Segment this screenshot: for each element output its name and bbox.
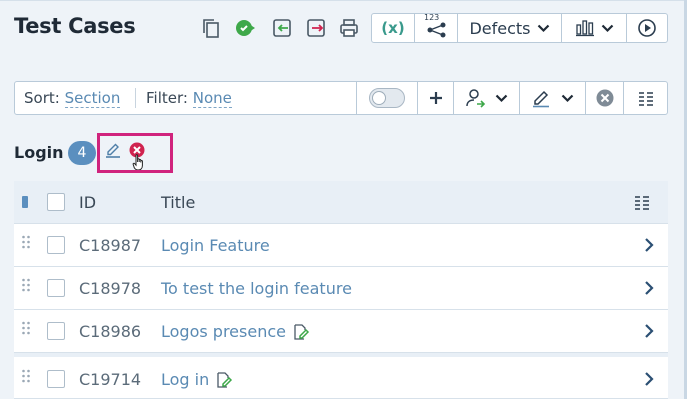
drag-handle-icon[interactable]: [21, 278, 31, 292]
play-icon: [638, 19, 656, 37]
assign-dropdown[interactable]: [453, 82, 519, 114]
plus-icon: [429, 92, 442, 104]
row-checkbox[interactable]: [47, 279, 65, 297]
sort-control[interactable]: Sort: Section: [24, 89, 121, 108]
table-row[interactable]: C18986 Logos presence: [14, 310, 668, 353]
sort-value-link[interactable]: Section: [64, 89, 121, 108]
diagram-badge-text: 123: [424, 13, 440, 22]
case-title-text: Log in: [161, 370, 210, 389]
chevron-right-icon[interactable]: [642, 371, 656, 387]
chevron-down-icon: [495, 94, 508, 102]
defects-label: Defects: [469, 18, 531, 38]
table-row[interactable]: C19714 Log in: [14, 353, 668, 399]
reports-dropdown[interactable]: [561, 13, 627, 43]
frame-top-border: [0, 0, 687, 1]
toggle-switch[interactable]: [369, 88, 405, 108]
case-id: C18987: [79, 236, 142, 255]
column-options-icon[interactable]: [634, 195, 650, 210]
chevron-down-icon: [537, 24, 549, 32]
formula-label: (x): [381, 19, 405, 37]
clear-circle-icon: [596, 89, 613, 107]
case-id: C18978: [79, 279, 142, 298]
user-assign-icon: [466, 89, 486, 108]
row-marker-icon: [22, 196, 28, 208]
edit-dropdown[interactable]: [519, 82, 585, 114]
export-icon[interactable]: [304, 15, 328, 41]
toolbar-divider: [135, 88, 136, 108]
column-header-title[interactable]: Title: [161, 193, 195, 212]
select-all-checkbox[interactable]: [47, 193, 65, 211]
chevron-down-icon: [601, 24, 613, 32]
sort-filter-toolbar: Sort: Section Filter: None: [14, 81, 668, 115]
clear-button[interactable]: [585, 82, 623, 114]
print-icon[interactable]: [337, 15, 361, 41]
formula-button[interactable]: (x): [371, 13, 415, 43]
edit-document-icon[interactable]: [292, 323, 310, 341]
drag-handle-icon[interactable]: [21, 369, 31, 383]
row-checkbox[interactable]: [47, 322, 65, 340]
run-tests-icon[interactable]: [234, 15, 258, 41]
sort-label: Sort:: [24, 89, 60, 107]
chevron-right-icon[interactable]: [642, 237, 656, 253]
filter-value-link[interactable]: None: [192, 89, 232, 108]
highlight-annotation-box: [97, 133, 173, 173]
case-title-link[interactable]: To test the login feature: [161, 279, 352, 298]
section-count-badge: 4: [68, 141, 96, 165]
play-button[interactable]: [626, 13, 668, 43]
drag-handle-icon[interactable]: [21, 235, 31, 249]
case-id: C18986: [79, 322, 142, 341]
chevron-right-icon[interactable]: [642, 280, 656, 296]
case-title-text: Logos presence: [161, 322, 286, 341]
defects-dropdown[interactable]: Defects: [457, 13, 562, 43]
case-title-link[interactable]: Log in: [161, 370, 233, 389]
row-checkbox[interactable]: [47, 236, 65, 254]
add-button[interactable]: [417, 82, 453, 114]
row-checkbox[interactable]: [47, 370, 65, 388]
diagram-icon: 123: [423, 13, 449, 40]
columns-icon: [638, 92, 653, 106]
edit-document-icon[interactable]: [215, 371, 233, 389]
chevron-down-icon: [561, 94, 574, 102]
table-row[interactable]: C18987 Login Feature: [14, 224, 668, 267]
table-row[interactable]: C18978 To test the login feature: [14, 267, 668, 310]
case-title-text: To test the login feature: [161, 279, 352, 298]
case-title-text: Login Feature: [161, 236, 270, 255]
import-icon[interactable]: [270, 15, 294, 41]
page-title: Test Cases: [14, 14, 136, 38]
pencil-icon: [533, 90, 549, 108]
toggle-knob: [372, 91, 386, 105]
copy-icon[interactable]: [199, 15, 223, 41]
case-title-link[interactable]: Logos presence: [161, 322, 310, 341]
case-id: C19714: [79, 370, 142, 389]
filter-control[interactable]: Filter: None: [146, 89, 232, 108]
chevron-right-icon[interactable]: [642, 323, 656, 339]
columns-button[interactable]: [623, 82, 667, 114]
table-header: ID Title: [14, 181, 668, 224]
test-cases-table: ID Title C18987 Login Feature C18978 To …: [14, 181, 668, 399]
filter-label: Filter:: [146, 89, 188, 107]
section-name: Login: [14, 143, 64, 162]
diagram-button[interactable]: 123: [414, 13, 458, 43]
toggle-cell: [356, 82, 417, 114]
drag-handle-icon[interactable]: [21, 321, 31, 335]
column-header-id[interactable]: ID: [79, 193, 96, 212]
case-title-link[interactable]: Login Feature: [161, 236, 270, 255]
bar-chart-icon: [575, 20, 594, 37]
